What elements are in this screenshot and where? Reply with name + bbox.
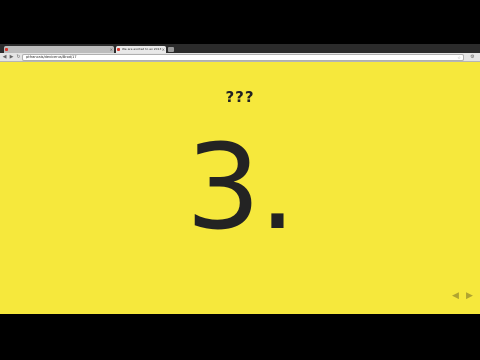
wrench-icon[interactable]: ⚙ [469,54,476,61]
browser-toolbar: ◀ ▶ ↻ ptfrancais/devicerus/Brod/17 ☆ ⚙ [0,53,480,62]
favicon-icon [5,48,8,51]
slide-kicker: ??? [225,88,255,106]
next-arrow-icon[interactable]: ▶ [466,292,473,301]
favicon-icon [117,48,120,51]
address-bar[interactable]: ptfrancais/devicerus/Brod/17 ☆ [22,54,464,61]
prev-arrow-icon[interactable]: ◀ [452,292,459,301]
reload-icon[interactable]: ↻ [15,54,22,61]
tab-inactive[interactable]: × [4,46,114,53]
star-icon[interactable]: ☆ [457,55,461,60]
close-icon[interactable]: × [110,46,113,53]
slide-number: 3. [185,118,297,256]
tab-active[interactable]: We are excited to ex 2013 × [116,46,166,53]
slide: ??? 3. ◀ ▶ [0,62,480,314]
close-icon[interactable]: × [162,46,165,53]
browser-window: × We are excited to ex 2013 × ◀ ▶ ↻ ptfr… [0,44,480,314]
tab-bar: × We are excited to ex 2013 × [0,44,480,53]
forward-icon[interactable]: ▶ [8,54,15,61]
new-tab-button[interactable] [168,47,174,52]
back-icon[interactable]: ◀ [1,54,8,61]
tab-label: We are excited to ex 2013 [122,47,162,51]
url-text: ptfrancais/devicerus/Brod/17 [26,55,77,59]
